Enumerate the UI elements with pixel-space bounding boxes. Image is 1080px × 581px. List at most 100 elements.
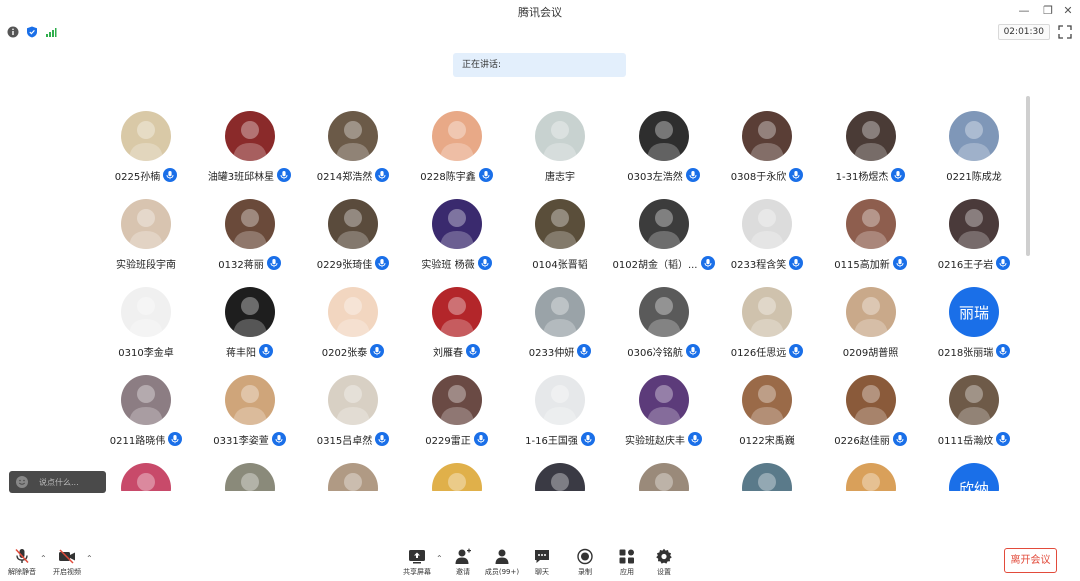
participant-tile[interactable]: 0229雷正 — [402, 364, 512, 447]
share-screen-button[interactable]: 共享屏幕 — [396, 548, 438, 578]
participant-tile[interactable]: 0225孙楠 — [91, 100, 201, 183]
participant-tile[interactable]: 0308于永欣 — [712, 100, 822, 183]
participant-tile[interactable] — [298, 452, 408, 491]
avatar-figure-icon — [336, 209, 370, 249]
minimize-icon[interactable]: — — [1016, 3, 1032, 19]
participant-name: 1-31杨煜杰 — [835, 171, 889, 183]
participant-tile[interactable] — [609, 452, 719, 491]
avatar-figure-icon — [543, 209, 577, 249]
participant-tile[interactable]: 丽瑞 0218张丽瑞 — [919, 276, 1029, 359]
participant-name-row: 0214郑浩然 — [298, 167, 408, 183]
video-caret-icon[interactable]: ⌃ — [86, 555, 94, 563]
participant-name: 1-16王国强 — [525, 435, 578, 447]
settings-button[interactable]: 设置 — [643, 548, 685, 578]
signal-icon[interactable] — [45, 26, 57, 38]
participant-tile[interactable]: 0310李金卓 — [91, 276, 201, 359]
participant-tile[interactable]: 1-16王国强 — [505, 364, 615, 447]
avatar-figure-icon — [447, 473, 466, 491]
participant-tile[interactable]: 0306冷铭航 — [609, 276, 719, 359]
avatar-figure-icon — [750, 297, 784, 337]
mic-icon — [789, 344, 804, 358]
participant-tile[interactable]: 0228陈宇鑫 — [402, 100, 512, 183]
participant-tile[interactable]: 0315吕卓然 — [298, 364, 408, 447]
participant-tile[interactable]: 0115高加新 — [816, 188, 926, 271]
participant-tile[interactable]: 0211路晓伟 — [91, 364, 201, 447]
participant-name-row: 0331李姿萱 — [195, 431, 305, 447]
chat-input-box[interactable]: 说点什么... — [9, 471, 106, 493]
avatar — [328, 375, 378, 425]
avatar-figure-icon — [957, 209, 991, 249]
avatar-figure-icon — [344, 473, 362, 491]
participant-tile[interactable]: 0303左浩然 — [609, 100, 719, 183]
participant-name-row: 蒋丰阳 — [195, 343, 305, 359]
participant-tile[interactable]: 实验班赵庆丰 — [609, 364, 719, 447]
participant-tile[interactable] — [505, 452, 615, 491]
participant-tile[interactable] — [402, 452, 512, 491]
record-button[interactable]: 录制 — [564, 548, 606, 578]
participant-name: 0132蒋丽 — [218, 259, 264, 271]
participant-tile[interactable]: 0202张泰 — [298, 276, 408, 359]
start-video-button[interactable]: 开启视频 — [46, 548, 88, 578]
participant-tile[interactable]: 0104张晋韬 — [505, 188, 615, 271]
leave-meeting-button[interactable]: 离开会议 — [1004, 548, 1057, 573]
participant-tile[interactable]: 蒋丰阳 — [195, 276, 305, 359]
participant-tile[interactable]: 0229张琦佳 — [298, 188, 408, 271]
participant-tile[interactable]: 0226赵佳丽 — [816, 364, 926, 447]
participant-tile[interactable]: 0216王子岩 — [919, 188, 1029, 271]
close-icon[interactable]: ✕ — [1060, 3, 1076, 19]
participant-name-row: 0308于永欣 — [712, 167, 822, 183]
invite-button[interactable]: 邀请 — [442, 548, 484, 578]
restore-icon[interactable]: ❐ — [1040, 3, 1056, 19]
grid-scrollbar[interactable] — [1026, 96, 1030, 256]
participant-tile[interactable]: 0233程含笑 — [712, 188, 822, 271]
avatar-figure-icon — [853, 209, 888, 249]
avatar-figure-icon — [439, 385, 474, 425]
avatar — [845, 287, 896, 337]
emoji-icon[interactable] — [15, 475, 29, 489]
participant-tile[interactable]: 0221陈成龙 — [919, 100, 1029, 183]
participant-tile[interactable]: 0102胡金（韬）... — [609, 188, 719, 271]
participant-tile[interactable] — [195, 452, 305, 491]
avatar — [224, 287, 275, 337]
shield-icon[interactable] — [26, 26, 38, 38]
participant-tile[interactable]: 油罐3班邱林星 — [195, 100, 305, 183]
avatar: 欣纳 — [949, 463, 999, 491]
avatar-figure-icon — [137, 473, 155, 491]
avatar-figure-icon — [551, 473, 569, 491]
participant-tile[interactable]: 0111岳瀚炆 — [919, 364, 1029, 447]
members-button[interactable]: 成员(99+) — [481, 548, 523, 578]
participant-tile[interactable]: 0233仲妍 — [505, 276, 615, 359]
participant-tile[interactable]: 0214郑浩然 — [298, 100, 408, 183]
participant-name-row: 唐志宇 — [505, 167, 615, 183]
participant-tile[interactable]: 1-31杨煜杰 — [816, 100, 926, 183]
avatar-figure-icon — [439, 209, 474, 249]
participant-tile[interactable]: 0126任思远 — [712, 276, 822, 359]
participant-tile[interactable]: 0209胡普照 — [816, 276, 926, 359]
participant-tile[interactable]: 0122宋禹巍 — [712, 364, 822, 447]
chat-button[interactable]: 聊天 — [521, 548, 563, 578]
participant-tile[interactable]: 实验班段宇南 — [91, 188, 201, 271]
mic-icon — [996, 432, 1011, 446]
participant-name: 0225孙楠 — [114, 171, 161, 183]
avatar — [742, 463, 792, 491]
mic-icon — [685, 168, 700, 182]
avatar — [949, 111, 999, 161]
avatar — [742, 375, 792, 425]
participant-tile[interactable]: 唐志宇 — [505, 100, 615, 183]
bottom-toolbar: 解除静音 ⌃ 开启视频 ⌃ 共享屏幕 ⌃ 邀请 成员(99+) 聊天 录制 应用… — [0, 541, 1080, 581]
participant-tile[interactable]: 0331李姿萱 — [195, 364, 305, 447]
participant-tile[interactable] — [712, 452, 822, 491]
fullscreen-icon[interactable] — [1058, 25, 1072, 39]
participant-tile[interactable] — [91, 452, 201, 491]
participant-tile[interactable]: 0132蒋丽 — [195, 188, 305, 271]
participant-tile[interactable]: 实验班 杨薇 — [402, 188, 512, 271]
info-icon[interactable] — [7, 26, 19, 38]
avatar-figure-icon — [232, 297, 267, 337]
participant-name-row: 0209胡普照 — [816, 343, 926, 359]
unmute-button[interactable]: 解除静音 — [1, 548, 43, 578]
participant-tile[interactable]: 刘雁春 — [402, 276, 512, 359]
apps-button[interactable]: 应用 — [606, 548, 648, 578]
participant-tile[interactable]: 欣纳 — [919, 452, 1029, 491]
participant-tile[interactable] — [816, 452, 926, 491]
participant-name-row: 0202张泰 — [298, 343, 408, 359]
